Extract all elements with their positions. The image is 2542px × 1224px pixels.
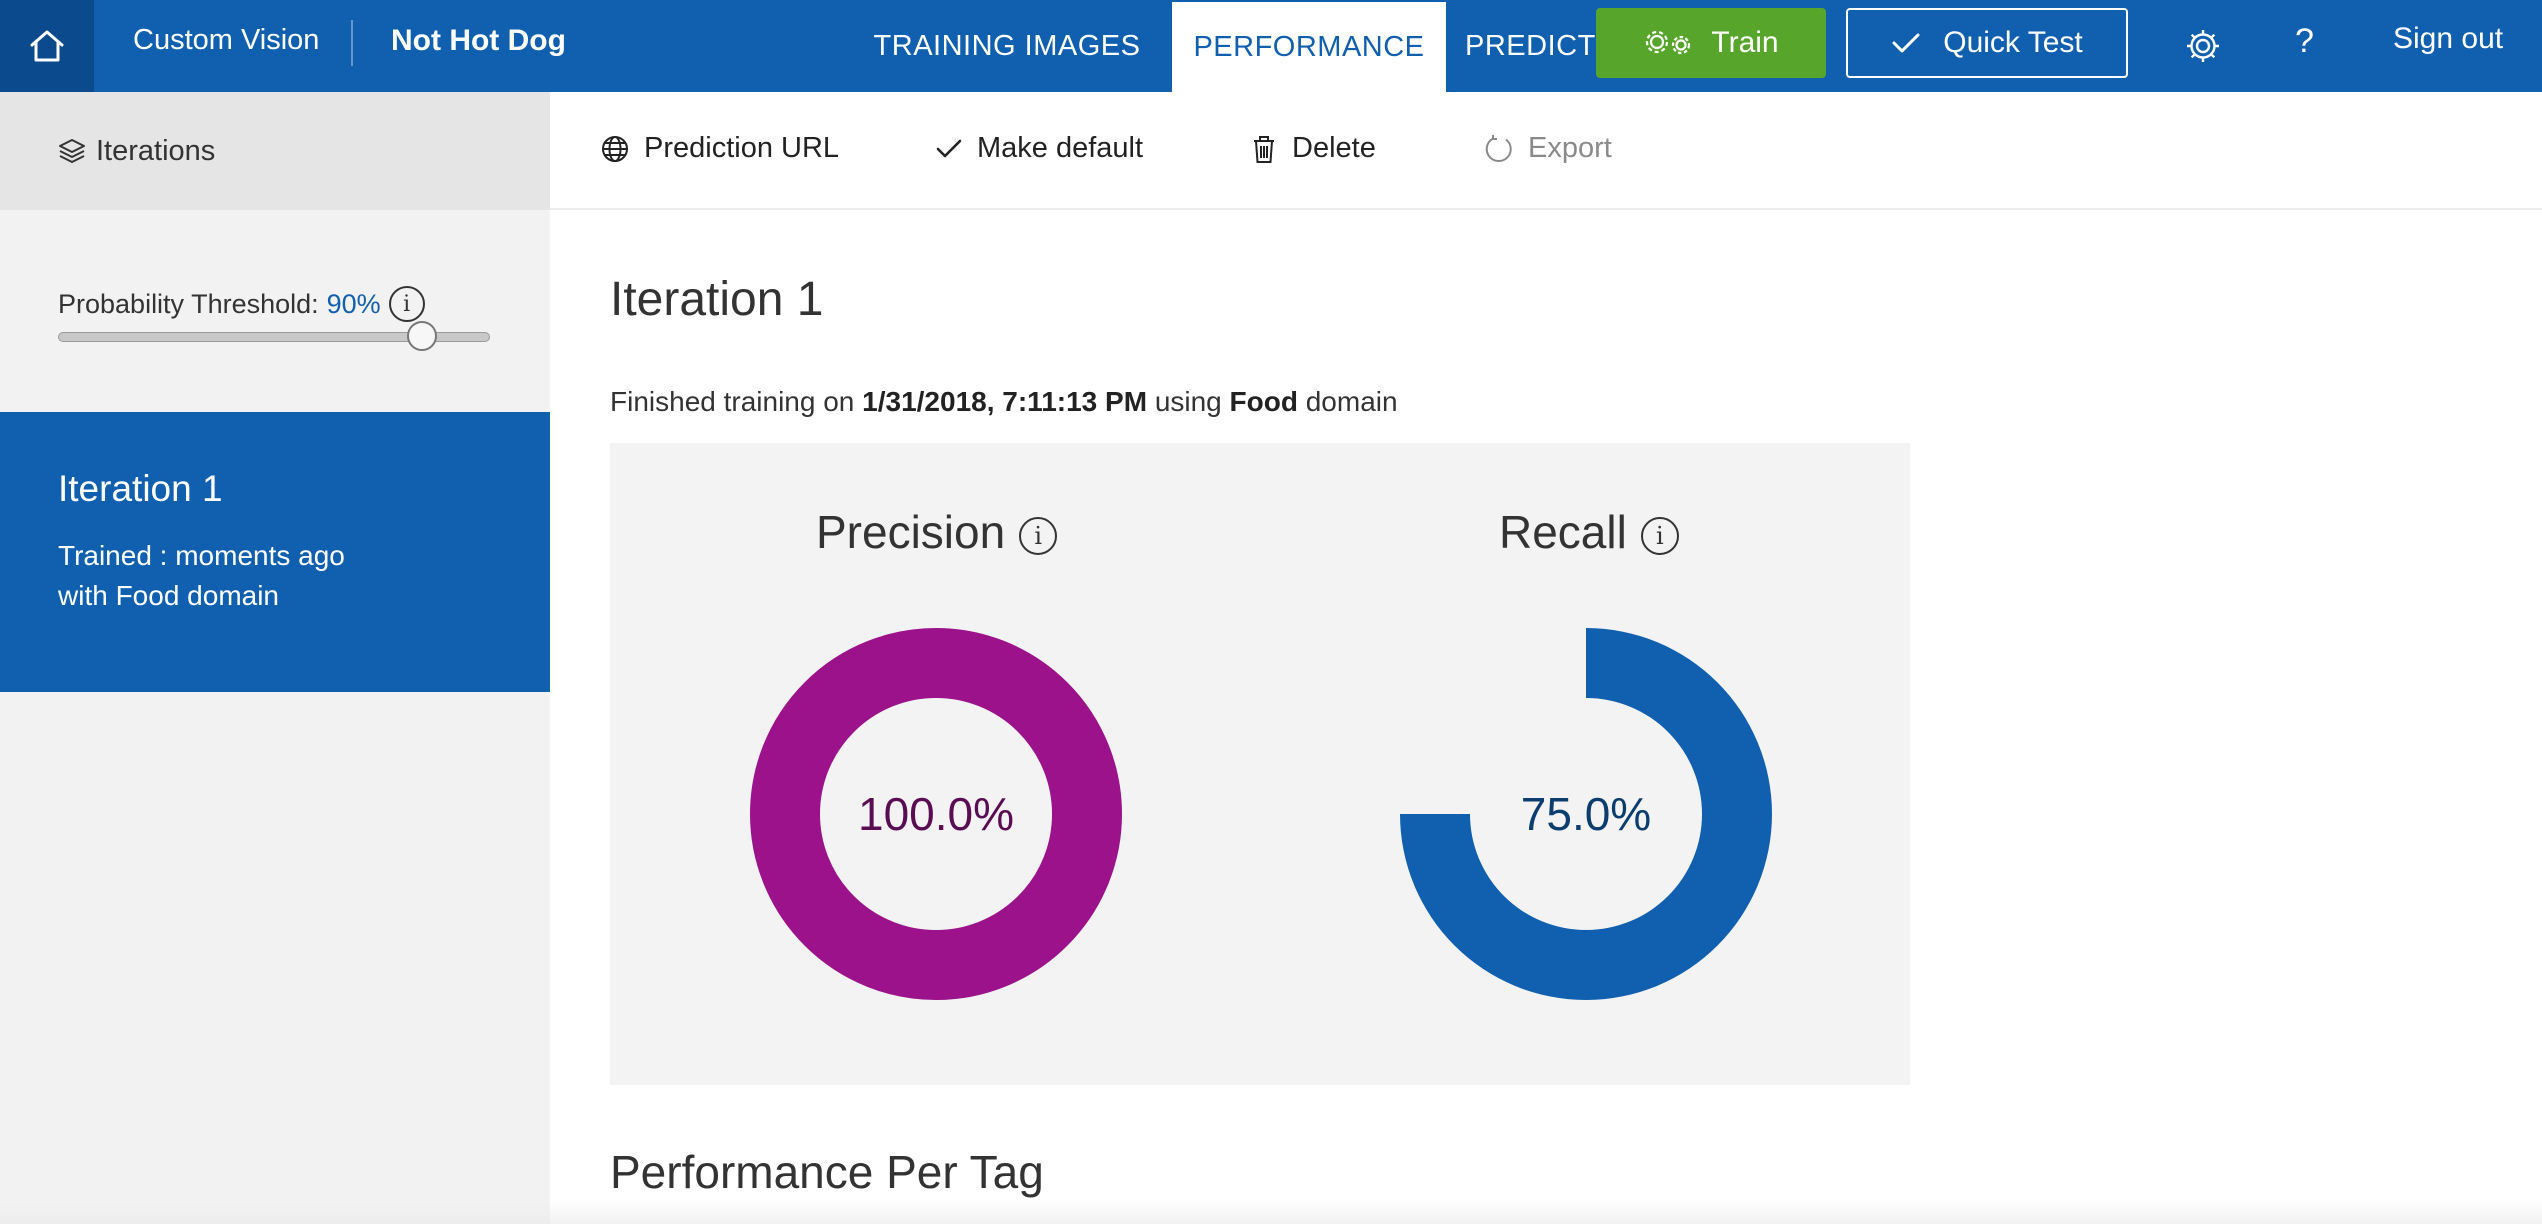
precision-value: 100.0% — [857, 788, 1014, 840]
prediction-url-label: Prediction URL — [644, 132, 840, 164]
threshold-value: 90% — [326, 288, 381, 319]
gears-icon — [1646, 30, 1691, 55]
brand-divider — [351, 20, 353, 66]
settings-gear-icon[interactable] — [2183, 26, 2223, 66]
page-title: Iteration 1 — [610, 273, 824, 326]
bottom-fade — [0, 1200, 2542, 1224]
performance-per-tag-heading: Performance Per Tag — [610, 1146, 1044, 1198]
precision-donut-chart: 100.0% — [750, 628, 1122, 1000]
home-button[interactable] — [0, 0, 94, 92]
summary-date: 1/31/2018, 7:11:13 PM — [862, 386, 1148, 417]
precision-label: Precision — [816, 506, 1006, 558]
make-default-label: Make default — [977, 132, 1144, 164]
project-name[interactable]: Not Hot Dog — [391, 24, 566, 58]
quick-test-button[interactable]: Quick Test — [1846, 8, 2128, 78]
delete-label: Delete — [1292, 132, 1376, 164]
recall-value: 75.0% — [1520, 788, 1652, 840]
iterations-heading: Iterations — [96, 134, 216, 167]
iteration-item-domain: with Food domain — [58, 580, 280, 611]
info-icon[interactable]: i — [388, 286, 425, 322]
globe-icon — [602, 135, 628, 162]
precision-info-icon[interactable]: i — [1019, 517, 1058, 555]
probability-threshold: Probability Threshold: 90% i — [58, 286, 425, 322]
iterations-header[interactable]: Iterations — [0, 92, 550, 210]
brand-title[interactable]: Custom Vision — [133, 24, 319, 57]
export-label: Export — [1528, 132, 1612, 164]
recall-heading: Recall i — [1499, 505, 1679, 559]
export-button[interactable]: Export — [1484, 132, 1612, 165]
training-summary: Finished training on 1/31/2018, 7:11:13 … — [610, 386, 1398, 418]
summary-suffix: domain — [1305, 386, 1398, 417]
train-button[interactable]: Train — [1596, 8, 1826, 78]
trash-icon — [1254, 135, 1274, 163]
threshold-label: Probability Threshold: — [58, 288, 319, 319]
train-button-label: Train — [1711, 26, 1779, 59]
recall-info-icon[interactable]: i — [1640, 517, 1679, 555]
iteration-list-item[interactable]: Iteration 1 Trained : moments ago with F… — [0, 412, 550, 692]
checkmark-icon — [1892, 33, 1920, 53]
sign-out-link[interactable]: Sign out — [2393, 22, 2503, 56]
summary-prefix: Finished training on — [610, 386, 855, 417]
metrics-panel: Precision i Recall i 100.0% 75.0% — [610, 443, 1910, 1085]
help-icon[interactable]: ? — [2295, 22, 2314, 61]
iterations-sidebar: Iterations Probability Threshold: 90% i … — [0, 92, 550, 1224]
top-nav-bar: Custom Vision Not Hot Dog TRAINING IMAGE… — [0, 0, 2542, 92]
recall-donut-chart: 75.0% — [1400, 628, 1772, 1000]
layers-icon — [59, 139, 85, 163]
make-default-button[interactable]: Make default — [935, 132, 1143, 165]
tab-performance[interactable]: PERFORMANCE — [1172, 2, 1446, 92]
iteration-item-title: Iteration 1 — [58, 468, 223, 509]
tab-training-images[interactable]: TRAINING IMAGES — [862, 0, 1152, 92]
home-icon — [30, 30, 64, 62]
prediction-url-button[interactable]: Prediction URL — [600, 132, 839, 165]
quick-test-label: Quick Test — [1943, 26, 2083, 59]
precision-heading: Precision i — [816, 505, 1058, 559]
threshold-slider-handle[interactable] — [406, 321, 437, 351]
checkmark-icon — [936, 139, 962, 157]
delete-button[interactable]: Delete — [1250, 132, 1376, 165]
summary-domain: Food — [1229, 386, 1298, 417]
iteration-item-trained: Trained : moments ago — [58, 540, 345, 571]
tab-predictions[interactable]: PREDICT — [1465, 0, 1605, 92]
recall-label: Recall — [1499, 506, 1627, 558]
summary-mid: using — [1154, 386, 1222, 417]
refresh-icon — [1485, 134, 1512, 162]
command-bar: Prediction URL Make default Delete Expor… — [550, 92, 2542, 210]
